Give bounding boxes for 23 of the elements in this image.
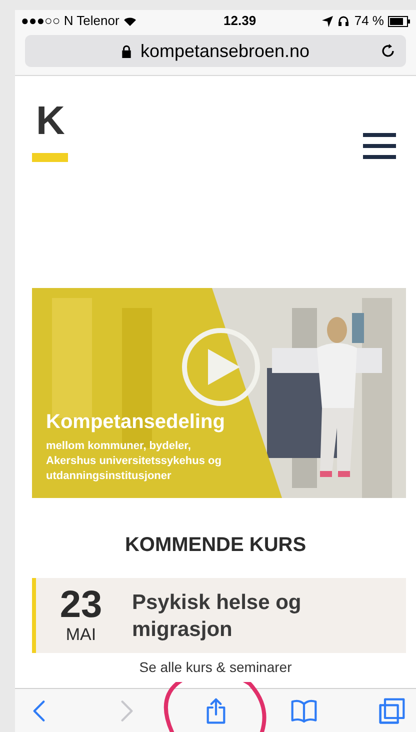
wifi-icon [123,16,138,26]
site-logo[interactable]: K [32,101,68,162]
carrier-label: ●●●○○ N Telenor [21,12,120,30]
clock-label: 12.39 [224,12,256,30]
battery-icon [388,16,410,26]
menu-button[interactable] [363,133,396,159]
battery-percent: 74 % [354,12,384,30]
lock-icon [121,44,132,58]
headphones-icon [337,15,350,27]
course-card[interactable]: 23 MAI Psykisk helse og migrasjon [32,578,406,654]
url-text: kompetansebroen.no [140,40,310,63]
tabs-icon [378,696,406,724]
course-day: 23 [60,586,102,624]
course-title: Psykisk helse og migrasjon [132,590,302,643]
video-title: Kompetansedeling [46,410,225,435]
section-heading: KOMMENDE KURS [124,533,308,558]
video-subtitle: mellom kommuner, bydeler, Akershus universitetssykehus og utdanningsinstitusjoner [46,439,222,484]
course-month: MAI [66,624,96,646]
location-icon [322,16,334,26]
reload-icon[interactable] [380,43,396,59]
see-all-link[interactable]: Se alle kurs & seminarer [32,657,399,678]
address-bar[interactable]: kompetansebroen.no [25,35,406,67]
play-icon [208,349,240,385]
